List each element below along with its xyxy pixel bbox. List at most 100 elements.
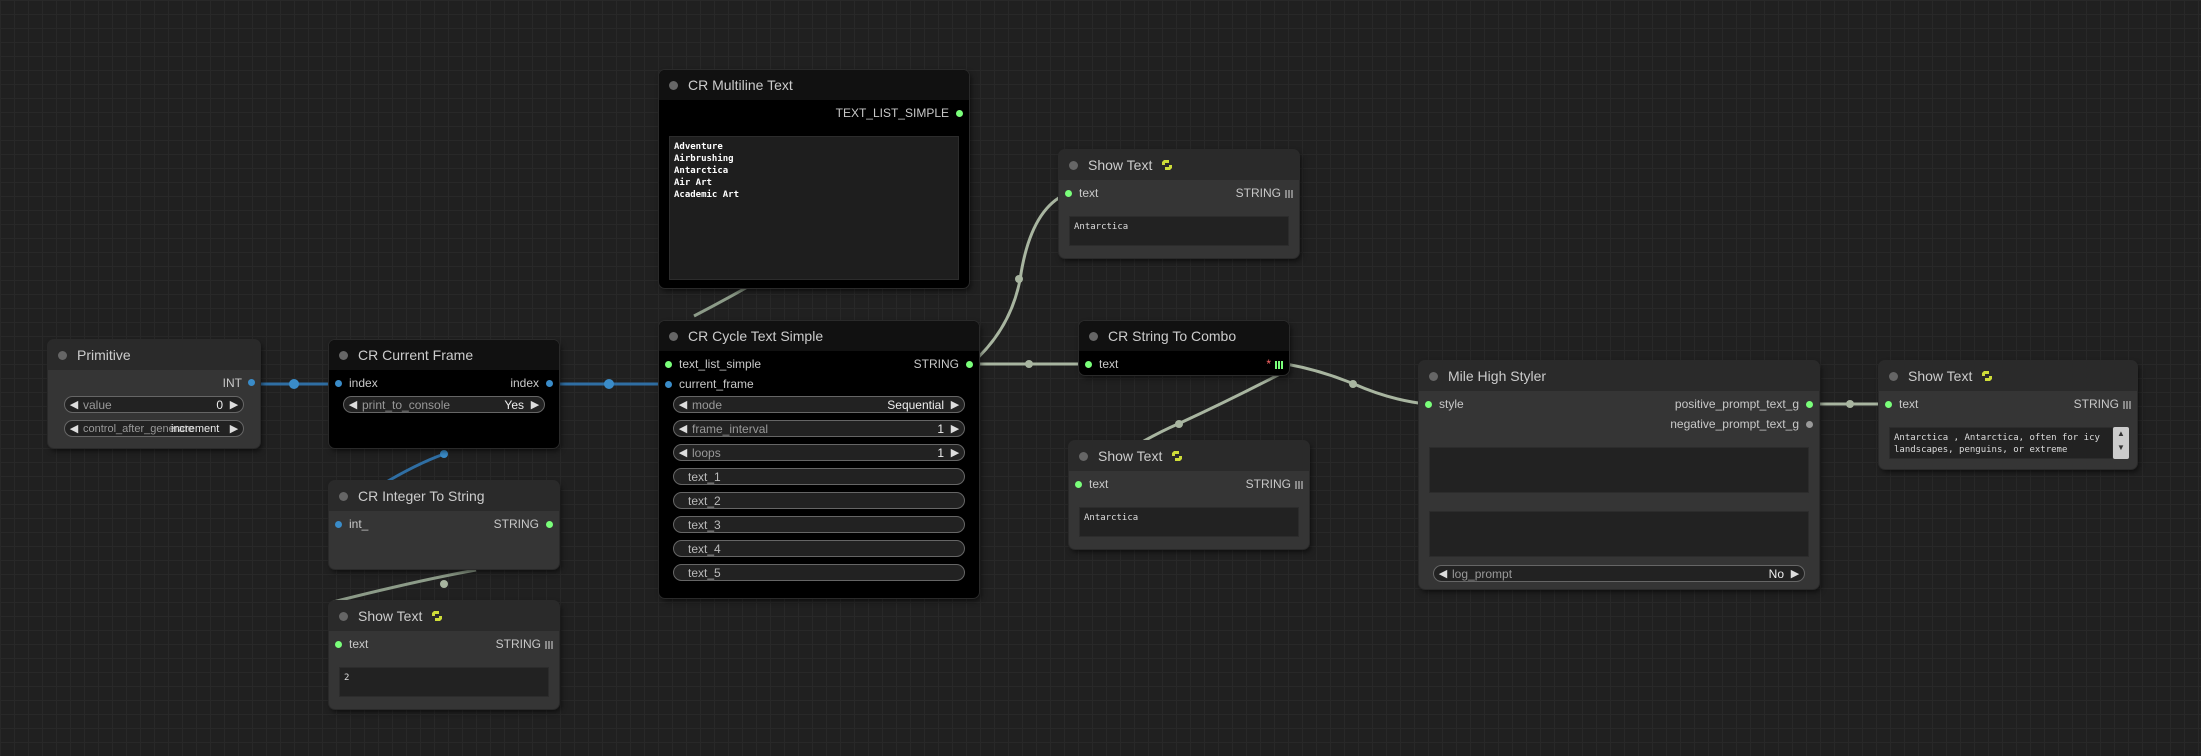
collapse-dot[interactable] — [1079, 451, 1088, 461]
collapse-dot[interactable] — [669, 331, 678, 341]
text-display[interactable]: Antarctica — [1079, 507, 1299, 537]
text-5-field[interactable]: text_5 — [673, 564, 965, 581]
list-output-icon — [2123, 400, 2131, 409]
input-slot-current-frame[interactable] — [665, 381, 672, 388]
input-slot-text[interactable] — [335, 641, 342, 648]
node-cr-string-to-combo[interactable]: CR String To Combo text * — [1079, 321, 1289, 375]
output-slot-positive[interactable] — [1806, 401, 1813, 408]
multiline-input[interactable]: Adventure Airbrushing Antarctica Air Art… — [669, 136, 959, 280]
output-label: STRING — [2074, 397, 2131, 411]
left-arrow-icon[interactable]: ◀ — [674, 422, 692, 435]
input-label: style — [1439, 397, 1464, 411]
left-arrow-icon[interactable]: ◀ — [674, 398, 692, 411]
output-label: STRING — [493, 517, 539, 531]
list-output-icon — [1285, 189, 1293, 198]
node-header[interactable]: Show Text — [1059, 150, 1299, 180]
left-arrow-icon[interactable]: ◀ — [674, 446, 692, 459]
collapse-dot[interactable] — [1889, 371, 1898, 381]
collapse-dot[interactable] — [58, 350, 67, 360]
collapse-dot[interactable] — [339, 611, 348, 621]
collapse-dot[interactable] — [339, 350, 348, 360]
output-slot-int[interactable] — [248, 379, 255, 386]
right-arrow-icon[interactable]: ▶ — [946, 422, 964, 435]
input-label: current_frame — [679, 377, 754, 391]
right-arrow-icon[interactable]: ▶ — [946, 446, 964, 459]
decrement-arrow-icon[interactable]: ◀ — [65, 398, 83, 411]
collapse-dot[interactable] — [669, 80, 678, 90]
input-slot-index[interactable] — [335, 380, 342, 387]
left-arrow-icon[interactable]: ◀ — [344, 398, 362, 411]
output-label: negative_prompt_text_g — [1670, 417, 1799, 431]
output-slot-negative[interactable] — [1806, 421, 1813, 428]
output-slot-index[interactable] — [546, 380, 553, 387]
value-widget[interactable]: ◀ value 0 ▶ — [64, 396, 244, 413]
text-display[interactable]: 2 — [339, 667, 549, 697]
scrollbar[interactable]: ▲ ▼ — [2113, 427, 2129, 459]
input-slot-text[interactable] — [1885, 401, 1892, 408]
text-1-field[interactable]: text_1 — [673, 468, 965, 485]
node-title: Show Text — [1098, 448, 1163, 464]
node-header[interactable]: Show Text — [1069, 441, 1309, 471]
node-show-text-top[interactable]: Show Text text STRING Antarctica — [1059, 150, 1299, 258]
node-header[interactable]: CR Multiline Text — [659, 70, 969, 100]
text-4-field[interactable]: text_4 — [673, 540, 965, 557]
node-header[interactable]: Show Text — [329, 601, 559, 631]
log-prompt-widget[interactable]: ◀ log_prompt No ▶ — [1433, 565, 1805, 582]
output-label: STRING — [913, 357, 959, 371]
right-arrow-icon[interactable]: ▶ — [526, 398, 544, 411]
mode-widget[interactable]: ◀ mode Sequential ▶ — [673, 396, 965, 413]
node-title: Show Text — [1908, 368, 1973, 384]
left-arrow-icon[interactable]: ◀ — [1434, 567, 1452, 580]
scroll-up-icon[interactable]: ▲ — [2113, 427, 2129, 441]
print-to-console-widget[interactable]: ◀ print_to_console Yes ▶ — [343, 396, 545, 413]
output-slot-string[interactable] — [546, 521, 553, 528]
negative-prompt-area[interactable] — [1429, 511, 1809, 557]
input-slot-text[interactable] — [1085, 361, 1092, 368]
right-arrow-icon[interactable]: ▶ — [225, 422, 243, 435]
node-mile-high-styler[interactable]: Mile High Styler style positive_prompt_t… — [1419, 361, 1819, 589]
right-arrow-icon[interactable]: ▶ — [946, 398, 964, 411]
input-slot-text[interactable] — [1075, 481, 1082, 488]
right-arrow-icon[interactable]: ▶ — [1786, 567, 1804, 580]
scroll-down-icon[interactable]: ▼ — [2113, 441, 2129, 455]
increment-arrow-icon[interactable]: ▶ — [225, 398, 243, 411]
control-after-generate-widget[interactable]: ◀ control_after_generate increment ▶ — [64, 420, 244, 437]
node-header[interactable]: Show Text — [1879, 361, 2137, 391]
text-2-field[interactable]: text_2 — [673, 492, 965, 509]
node-cr-cycle-text-simple[interactable]: CR Cycle Text Simple text_list_simple cu… — [659, 321, 979, 598]
output-slot-string[interactable] — [966, 361, 973, 368]
node-show-text-right[interactable]: Show Text text STRING Antarctica , Antar… — [1879, 361, 2137, 469]
node-cr-multiline-text[interactable]: CR Multiline Text TEXT_LIST_SIMPLE Adven… — [659, 70, 969, 288]
input-slot-text-list[interactable] — [665, 361, 672, 368]
text-display[interactable]: Antarctica — [1069, 216, 1289, 246]
frame-interval-widget[interactable]: ◀ frame_interval 1 ▶ — [673, 420, 965, 437]
node-title: CR Multiline Text — [688, 77, 793, 93]
node-header[interactable]: CR String To Combo — [1079, 321, 1289, 351]
node-primitive[interactable]: Primitive INT ◀ value 0 ▶ ◀ control_afte… — [48, 340, 260, 448]
positive-prompt-area[interactable] — [1429, 447, 1809, 493]
loops-widget[interactable]: ◀ loops 1 ▶ — [673, 444, 965, 461]
collapse-dot[interactable] — [1089, 331, 1098, 341]
input-label: text — [1089, 477, 1109, 491]
collapse-dot[interactable] — [1069, 160, 1078, 170]
input-slot-int[interactable] — [335, 521, 342, 528]
node-header[interactable]: CR Integer To String — [329, 481, 559, 511]
node-header[interactable]: CR Current Frame — [329, 340, 559, 370]
collapse-dot[interactable] — [1429, 371, 1438, 381]
node-cr-current-frame[interactable]: CR Current Frame index index ◀ print_to_… — [329, 340, 559, 448]
node-header[interactable]: Primitive — [48, 340, 260, 370]
input-slot-text[interactable] — [1065, 190, 1072, 197]
node-show-text-bottom[interactable]: Show Text text STRING 2 — [329, 601, 559, 709]
node-header[interactable]: Mile High Styler — [1419, 361, 1819, 391]
left-arrow-icon[interactable]: ◀ — [65, 422, 83, 435]
input-slot-style[interactable] — [1425, 401, 1432, 408]
node-title: CR Current Frame — [358, 347, 474, 363]
node-show-text-mid[interactable]: Show Text text STRING Antarctica — [1069, 441, 1309, 549]
collapse-dot[interactable] — [339, 491, 348, 501]
node-cr-integer-to-string[interactable]: CR Integer To String int_ STRING — [329, 481, 559, 569]
text-3-field[interactable]: text_3 — [673, 516, 965, 533]
node-header[interactable]: CR Cycle Text Simple — [659, 321, 979, 351]
node-title: CR Integer To String — [358, 488, 485, 504]
text-display[interactable]: Antarctica , Antarctica, often for icy l… — [1889, 427, 2113, 459]
output-slot-text-list[interactable] — [956, 110, 963, 117]
